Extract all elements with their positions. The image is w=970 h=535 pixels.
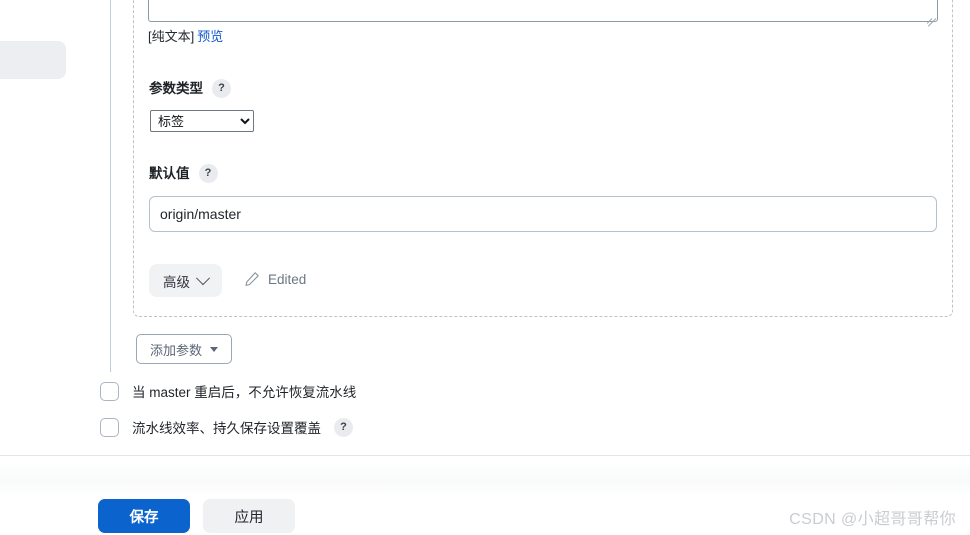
pencil-icon <box>245 272 259 286</box>
help-icon[interactable]: ? <box>334 417 353 437</box>
parameter-type-label: 参数类型 ? <box>149 79 231 98</box>
description-format-row: [纯文本] 预览 <box>148 28 223 46</box>
advanced-button-label: 高级 <box>163 274 190 290</box>
checkbox-pipeline-speed-durability-override[interactable] <box>100 417 119 437</box>
chevron-down-icon <box>195 270 211 285</box>
add-parameter-label: 添加参数 <box>150 342 203 358</box>
csdn-watermark: CSDN @小超哥哥帮你 <box>789 511 956 528</box>
footer-fade-overlay <box>0 463 970 495</box>
parameter-type-label-text: 参数类型 <box>149 80 203 96</box>
parameter-group-rail <box>110 0 111 372</box>
advanced-toggle-button[interactable]: 高级 <box>149 264 222 297</box>
add-parameter-button[interactable]: 添加参数 <box>136 334 233 364</box>
option-label-durability-override: 流水线效率、持久保存设置覆盖 <box>132 421 321 436</box>
description-textarea[interactable] <box>148 0 938 22</box>
section-divider <box>0 455 970 456</box>
option-label-no-resume: 当 master 重启后，不允许恢复流水线 <box>132 385 357 400</box>
apply-button[interactable]: 应用 <box>203 499 295 533</box>
edited-status: Edited <box>244 271 306 287</box>
help-icon[interactable]: ? <box>198 164 218 183</box>
parameter-card <box>133 0 953 317</box>
default-value-label: 默认值 ? <box>149 164 218 183</box>
option-row-durability-override: 流水线效率、持久保存设置覆盖 ? <box>100 417 353 437</box>
page-canvas: [纯文本]预览 参数类型 ? 标签 默认值 ? 高级 Edited 添加参数 当… <box>0 0 970 535</box>
footer-actions: 保存 应用 <box>98 499 295 533</box>
default-value-input[interactable] <box>149 196 937 232</box>
help-icon[interactable]: ? <box>212 79 231 98</box>
edited-label: Edited <box>268 271 307 287</box>
parameter-type-select[interactable]: 标签 <box>150 110 254 132</box>
default-value-label-text: 默认值 <box>149 165 190 181</box>
left-sidebar-ghost-block <box>0 41 66 79</box>
option-row-no-resume: 当 master 重启后，不允许恢复流水线 <box>100 381 356 401</box>
checkbox-no-resume-after-master-restart[interactable] <box>100 381 119 401</box>
caret-down-icon <box>210 346 219 352</box>
save-button[interactable]: 保存 <box>98 499 190 533</box>
preview-link[interactable]: 预览 <box>197 29 223 44</box>
plain-text-label: [纯文本] <box>148 29 195 44</box>
